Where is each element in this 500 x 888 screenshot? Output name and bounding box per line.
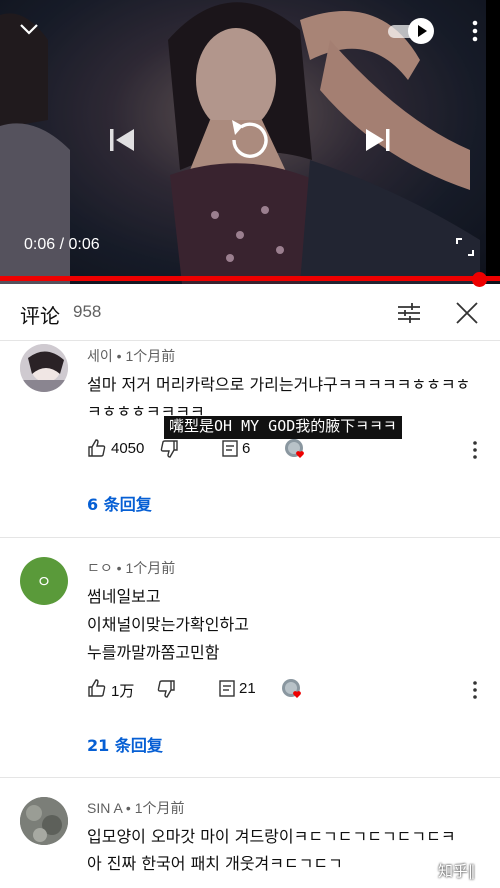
meta-separator: • <box>116 560 122 576</box>
comments-title: 评论 <box>20 304 60 328</box>
divider <box>0 537 500 538</box>
comment-actions: 4050 6 <box>87 438 487 464</box>
more-options-icon[interactable] <box>471 680 479 704</box>
comment-text-line: 아 진짜 한국어 패치 개웃겨ㅋㄷㄱㄷㄱ <box>87 854 343 873</box>
time-separator: / <box>59 236 65 253</box>
meta-separator: • <box>125 800 131 816</box>
avatar[interactable]: ㅇ <box>20 557 68 605</box>
reply-count: 6 <box>242 440 251 457</box>
comment-meta: ㄷㅇ • 1个月前 <box>87 558 175 578</box>
video-player[interactable]: 0:06 / 0:06 <box>0 0 500 284</box>
reply-count: 21 <box>239 680 256 697</box>
view-replies-link[interactable]: 6 条回复 <box>87 491 152 515</box>
comment-time: 1个月前 <box>125 560 176 576</box>
watermark-mark: ∥ <box>468 862 476 880</box>
reply-icon[interactable] <box>220 439 240 463</box>
svg-text:ㅇ: ㅇ <box>37 572 52 591</box>
replay-icon[interactable] <box>222 112 278 172</box>
thumbs-down-icon[interactable] <box>159 439 179 463</box>
like-count: 1万 <box>111 683 135 700</box>
comment-time: 1个月前 <box>134 800 185 816</box>
time-display: 0:06 / 0:06 <box>24 236 100 254</box>
comment-meta: 세이 • 1个月前 <box>87 346 175 366</box>
comment-meta: SIN A • 1个月前 <box>87 798 185 818</box>
meta-separator: • <box>116 348 122 364</box>
previous-icon[interactable] <box>108 127 136 157</box>
watermark: 知乎∥ <box>438 860 476 881</box>
progress-bar[interactable] <box>0 276 500 281</box>
next-icon[interactable] <box>364 127 392 157</box>
comment-actions: 1万 21 <box>87 678 487 704</box>
avatar[interactable] <box>20 797 68 845</box>
duration: 0:06 <box>68 236 100 253</box>
comment-text-line: 누를까말까쫌고민함 <box>87 643 220 662</box>
more-options-icon[interactable] <box>471 440 479 464</box>
autoplay-toggle[interactable] <box>388 18 434 44</box>
chevron-down-icon[interactable] <box>18 18 40 44</box>
comments-header: 评论 958 <box>0 288 500 341</box>
view-replies-link[interactable]: 21 条回复 <box>87 732 163 756</box>
comment-author[interactable]: ㄷㅇ <box>87 560 113 576</box>
thumbs-up-icon[interactable] <box>87 438 107 462</box>
play-icon <box>418 25 427 37</box>
watermark-text: 知乎 <box>438 862 469 880</box>
thumbs-up-icon[interactable] <box>87 678 107 702</box>
comment-text-line: 썸네일보고 <box>87 587 161 606</box>
thumbs-down-icon[interactable] <box>156 679 176 703</box>
reply-icon[interactable] <box>217 679 237 703</box>
avatar[interactable] <box>20 344 68 392</box>
comment-author[interactable]: SIN A <box>87 800 122 816</box>
progress-scrubber[interactable] <box>472 272 487 287</box>
sort-filter-icon[interactable] <box>396 300 422 330</box>
close-icon[interactable] <box>454 300 480 330</box>
comment-time: 1个月前 <box>125 348 176 364</box>
divider <box>0 777 500 778</box>
comment-text-line: 설마 저거 머리카락으로 가리는거냐구ㅋㅋㅋㅋㅋㅎㅎㅋㅎ <box>87 375 471 394</box>
comment-text-line: 입모양이 오마갓 마이 겨드랑이ㅋㄷㄱㄷㄱㄷㄱㄷㄱㄷㅋ <box>87 827 456 846</box>
fullscreen-icon[interactable] <box>456 238 474 260</box>
creator-heart-icon <box>281 678 305 702</box>
comments-count: 958 <box>73 302 102 321</box>
player-edge <box>486 0 500 276</box>
comment-author[interactable]: 세이 <box>87 348 113 364</box>
video-caption-overlay: 嘴型是OH MY GOD我的腋下ㅋㅋㅋ <box>164 416 402 439</box>
more-options-icon[interactable] <box>468 18 482 48</box>
creator-heart-icon <box>284 438 308 462</box>
autoplay-knob <box>408 18 434 44</box>
like-count: 4050 <box>111 440 145 457</box>
current-time: 0:06 <box>24 236 56 253</box>
comment-text-line: 이채널이맞는가확인하고 <box>87 615 249 634</box>
